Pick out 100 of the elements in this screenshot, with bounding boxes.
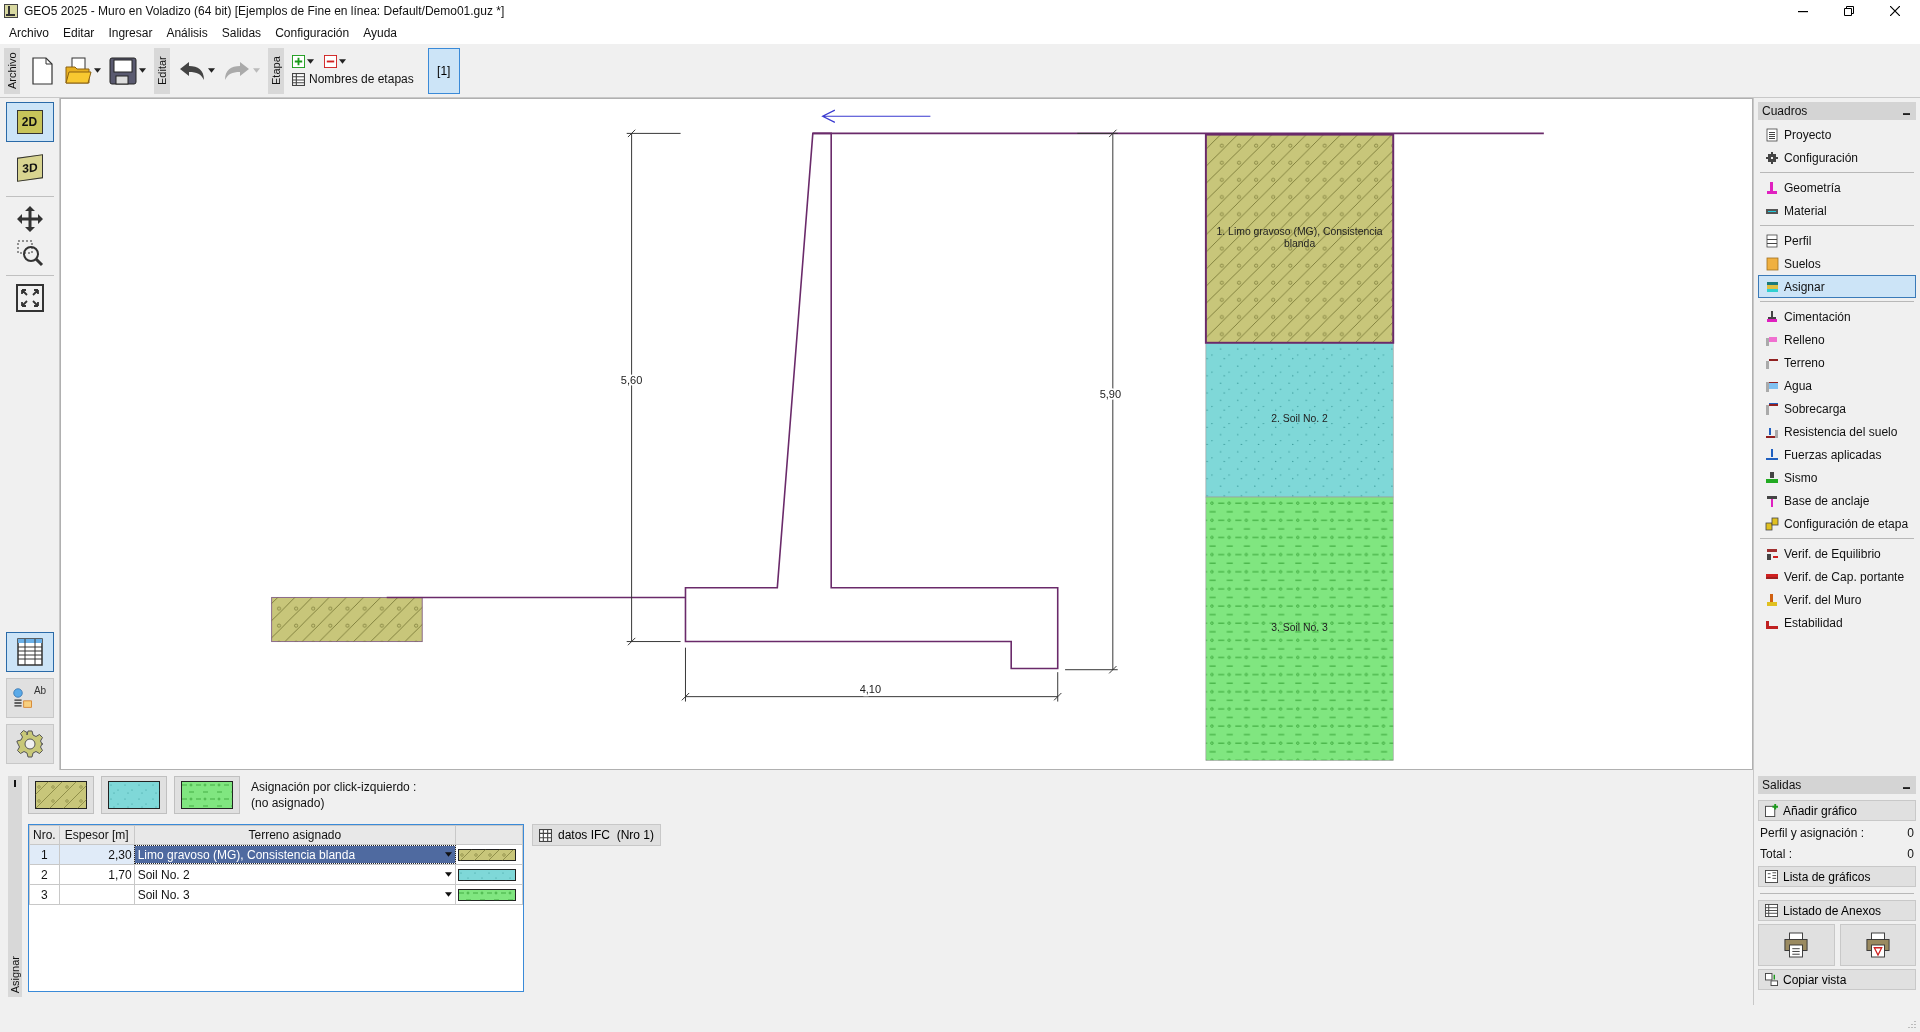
caret-icon[interactable] [208, 68, 215, 73]
frame-item[interactable]: Material [1758, 199, 1916, 222]
frame-item[interactable]: Fuerzas aplicadas [1758, 443, 1916, 466]
frame-item[interactable]: Geometría [1758, 176, 1916, 199]
copy-view-button[interactable]: Copiar vista [1758, 969, 1916, 990]
remove-stage-icon[interactable] [324, 55, 337, 68]
column-header: Terreno asignado [134, 825, 456, 845]
collapse-icon[interactable] [13, 780, 17, 788]
soil-swatch-button[interactable] [101, 776, 167, 814]
close-icon[interactable] [1890, 6, 1900, 16]
count-label: Perfil y asignación : [1760, 826, 1865, 840]
collapse-icon[interactable] [1903, 112, 1910, 116]
printer-icon [1784, 932, 1809, 958]
table-icon [15, 638, 44, 666]
soil-dropdown[interactable]: Soil No. 3 [134, 886, 455, 903]
fit-view-icon[interactable] [15, 284, 44, 312]
menu-item[interactable]: Archivo [2, 26, 56, 40]
frame-item[interactable]: Proyecto [1758, 123, 1916, 146]
add-stage-icon[interactable] [292, 55, 305, 68]
soil-layer[interactable] [1204, 133, 1395, 344]
legend-icon [12, 686, 33, 710]
assign-hint: Asignación por click-izquierdo : [251, 780, 417, 794]
resize-grip-icon[interactable] [1908, 1020, 1916, 1028]
stage-tab[interactable]: [1] [427, 47, 460, 94]
frame-item[interactable]: Estabilidad [1758, 611, 1916, 634]
menu-item[interactable]: Ingresar [101, 26, 160, 40]
frame-item[interactable]: Verif. del Muro [1758, 588, 1916, 611]
caret-icon[interactable] [307, 59, 314, 64]
frame-item[interactable]: Relleno [1758, 328, 1916, 351]
table-icon [292, 72, 305, 86]
soil-swatch-button[interactable] [28, 776, 94, 814]
count-label: Total : [1760, 847, 1792, 861]
thickness-cell[interactable] [59, 884, 135, 905]
frame-item[interactable]: Configuración [1758, 146, 1916, 169]
soil-dropdown[interactable]: Limo gravoso (MG), Consistencia blanda [134, 846, 455, 863]
print-pdf-button[interactable] [1839, 924, 1916, 966]
toolbar-group-label: Archivo [4, 47, 20, 94]
view-2d-button[interactable]: 2D [5, 102, 54, 142]
caret-icon[interactable] [94, 68, 101, 73]
caret-icon [445, 872, 452, 877]
zoom-window-icon[interactable] [15, 239, 44, 267]
menu-item[interactable]: Salidas [214, 26, 269, 40]
frame-item[interactable]: Agua [1758, 374, 1916, 397]
frame-item[interactable]: Perfil [1758, 229, 1916, 252]
frame-item[interactable]: Verif. de Equilibrio [1758, 542, 1916, 565]
frame-item[interactable]: Base de anclaje [1758, 489, 1916, 512]
chart-list-button[interactable]: Lista de gráficos [1758, 866, 1916, 887]
thickness-cell[interactable]: 1,70 [59, 864, 135, 885]
save-icon[interactable] [109, 56, 137, 85]
appendix-list-button[interactable]: Listado de Anexos [1758, 900, 1916, 921]
soil-layer-label: 1. Limo gravoso (MG), Consistencia blanda [1215, 225, 1384, 250]
collapse-icon[interactable] [1903, 786, 1910, 790]
frame-item[interactable]: Sobrecarga [1758, 397, 1916, 420]
menu-item[interactable]: Editar [56, 26, 102, 40]
caret-icon [445, 892, 452, 897]
frame-item[interactable]: Asignar [1758, 275, 1916, 298]
layers-icon [1765, 233, 1779, 248]
menu-item[interactable]: Ayuda [356, 26, 404, 40]
menu-item[interactable]: Análisis [159, 26, 215, 40]
soil-dropdown[interactable]: Soil No. 2 [134, 866, 455, 883]
panel-tab[interactable]: Asignar [9, 955, 21, 993]
wall-check-icon [1765, 592, 1779, 607]
earthquake-icon [1765, 470, 1779, 485]
table-view-button[interactable] [5, 632, 54, 672]
print-button[interactable] [1758, 924, 1835, 966]
restore-icon[interactable] [1844, 6, 1854, 16]
ifc-data-button[interactable]: datos IFC (Nro 1) [532, 824, 662, 846]
dimension-label: 4,10 [859, 683, 882, 695]
row-number-cell: 3 [29, 884, 60, 905]
stage-names-button[interactable]: Nombres de etapas [292, 72, 414, 86]
copy-icon [1765, 973, 1778, 986]
frame-item[interactable]: Sismo [1758, 466, 1916, 489]
caret-icon[interactable] [339, 59, 346, 64]
move-arrows-icon[interactable] [15, 205, 44, 233]
frame-item[interactable]: Terreno [1758, 351, 1916, 374]
frame-item[interactable]: Resistencia del suelo [1758, 420, 1916, 443]
frame-item[interactable]: Suelos [1758, 252, 1916, 275]
soil-layer-label: 2. Soil No. 2 [1271, 412, 1328, 425]
toolbar-group-label: Editar [154, 47, 170, 94]
layers-icon [1765, 279, 1779, 294]
toolbar-group-label: Etapa [268, 47, 284, 94]
row-number-cell: 2 [29, 864, 60, 885]
frame-item[interactable]: Configuración de etapa [1758, 512, 1916, 535]
add-chart-button[interactable]: Añadir gráfico [1758, 800, 1916, 821]
soil-swatch-button[interactable] [174, 776, 240, 814]
anchor-base-icon [1765, 493, 1779, 508]
settings-button[interactable] [5, 724, 54, 764]
add-picture-icon [1765, 804, 1778, 817]
column-header: Nro. [29, 825, 60, 845]
caret-icon[interactable] [139, 68, 146, 73]
legend-button[interactable]: Ab [5, 678, 54, 718]
count-value: 0 [1907, 847, 1914, 861]
view-3d-button[interactable]: 3D [5, 148, 54, 188]
caret-icon [445, 852, 452, 857]
frame-item[interactable]: Cimentación [1758, 305, 1916, 328]
menu-item[interactable]: Configuración [268, 26, 357, 40]
soil-pattern-swatch [458, 888, 516, 901]
table-icon [1765, 904, 1778, 917]
frame-item[interactable]: Verif. de Cap. portante [1758, 565, 1916, 588]
open-folder-icon[interactable] [64, 56, 92, 85]
